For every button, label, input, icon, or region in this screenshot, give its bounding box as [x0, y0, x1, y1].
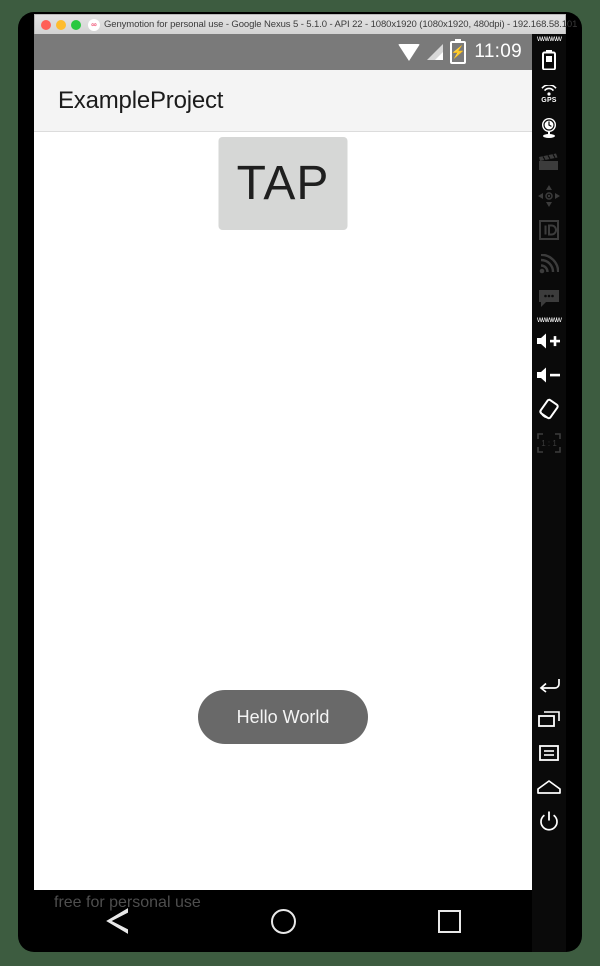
sidebar-item-volume-down[interactable] [532, 358, 566, 392]
sidebar-item-home[interactable] [532, 770, 566, 804]
emulator-window: ∞ Genymotion for personal use - Google N… [18, 12, 582, 952]
tap-button[interactable]: TAP [218, 137, 348, 230]
genymotion-toolbar: wwwww GPS wwwww 1: 1 [532, 34, 566, 952]
status-bar-clock: 11:09 [474, 41, 522, 62]
sidebar-item-dpad [532, 179, 566, 213]
sidebar-item-identity [532, 213, 566, 247]
minimize-button[interactable] [56, 19, 66, 30]
app-content-area: TAP Hello World [34, 132, 532, 889]
app-action-bar: ExampleProject [34, 70, 532, 132]
android-nav-bar [34, 890, 532, 952]
nav-back-button[interactable] [87, 899, 147, 944]
toolbar-gap [532, 460, 566, 668]
sidebar-item-gps[interactable]: GPS [532, 77, 566, 111]
window-titlebar[interactable]: ∞ Genymotion for personal use - Google N… [34, 14, 577, 34]
svg-text:1 : 1: 1 : 1 [541, 439, 557, 448]
sidebar-item-recents[interactable] [532, 702, 566, 736]
cell-signal-icon [427, 44, 444, 60]
wifi-icon [398, 43, 421, 61]
sidebar-item-battery[interactable] [532, 43, 566, 77]
sidebar-item-rotate[interactable] [532, 392, 566, 426]
nav-home-button[interactable] [253, 899, 313, 944]
sidebar-item-back[interactable] [532, 668, 566, 702]
toolbar-separator: wwwww [537, 34, 562, 43]
zoom-button[interactable] [71, 19, 81, 30]
device-screen: ⚡ 11:09 ExampleProject TAP Hello World [34, 34, 532, 890]
window-title: Genymotion for personal use - Google Nex… [104, 19, 578, 30]
close-button[interactable] [41, 19, 51, 30]
battery-charging-icon: ⚡ [450, 38, 467, 64]
sidebar-item-network [532, 247, 566, 281]
battery-bolt-glyph: ⚡ [450, 45, 466, 59]
recents-square-icon [437, 909, 461, 933]
sidebar-item-power[interactable] [532, 804, 566, 838]
sidebar-item-volume-up[interactable] [532, 324, 566, 358]
sidebar-item-gps-label: GPS [541, 96, 557, 104]
sidebar-item-camera [532, 145, 566, 179]
sidebar-item-menu[interactable] [532, 736, 566, 770]
toolbar-separator: wwwww [537, 315, 562, 324]
nav-recents-button[interactable] [419, 899, 479, 944]
back-triangle-icon [106, 908, 128, 934]
sidebar-item-sms [532, 281, 566, 315]
sidebar-item-location[interactable] [532, 111, 566, 145]
genymotion-logo-icon: ∞ [88, 18, 100, 31]
home-circle-icon [270, 908, 296, 934]
status-icon-group: ⚡ [398, 38, 467, 64]
android-status-bar: ⚡ 11:09 [34, 34, 532, 70]
toast-message: Hello World [198, 690, 368, 744]
page-title: ExampleProject [58, 86, 224, 114]
sidebar-item-scale-one-to-one: 1 : 1 [532, 426, 566, 460]
